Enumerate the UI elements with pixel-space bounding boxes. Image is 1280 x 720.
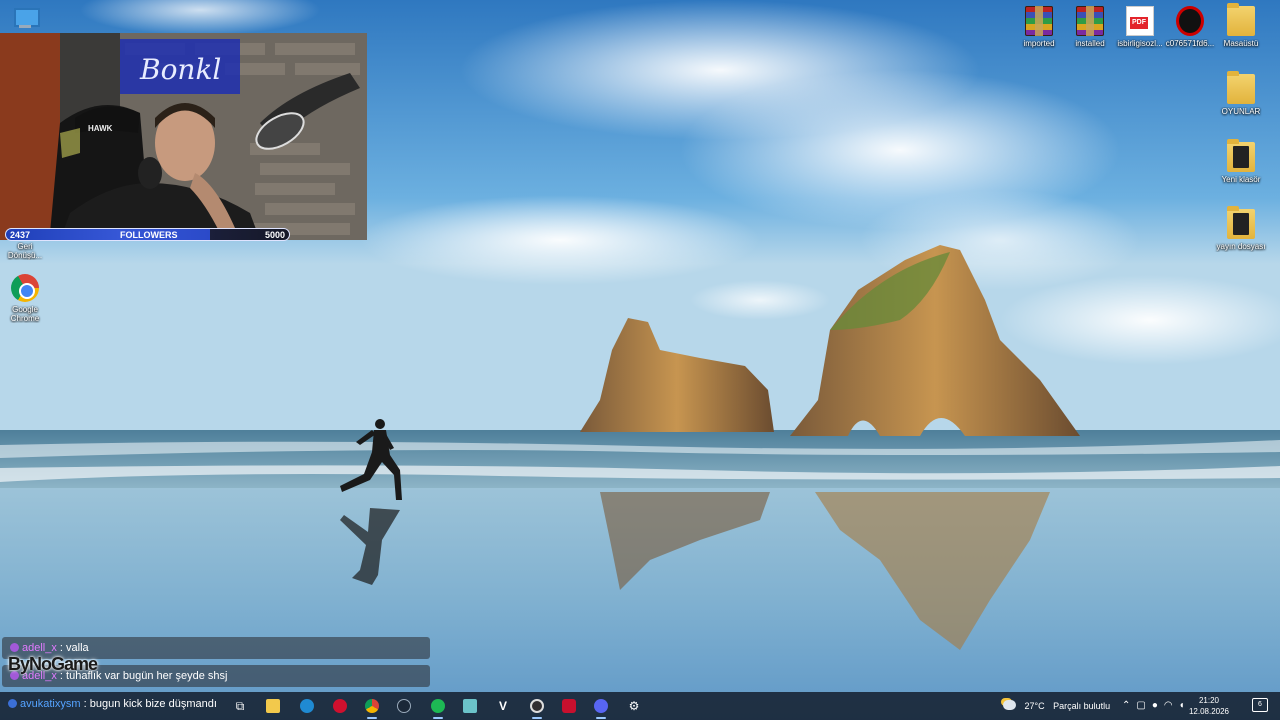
spotify-icon[interactable] — [427, 696, 449, 719]
winrar-icon[interactable] — [558, 696, 580, 716]
desktop-icon-logo-file[interactable]: c076571fd6... — [1162, 6, 1218, 49]
notification-icon[interactable]: 6 — [1252, 698, 1268, 712]
settings-icon[interactable]: ⚙ — [623, 696, 645, 716]
mic-icon[interactable]: ● — [1152, 700, 1164, 711]
chevron-up-icon[interactable]: ⌃ — [1122, 700, 1136, 711]
neon-sign-text: Bonkl — [139, 53, 221, 86]
followers-label: FOLLOWERS — [120, 230, 178, 240]
system-clock[interactable]: 21:20 12.08.2026 — [1186, 695, 1232, 717]
wifi-icon[interactable]: ◠ — [1164, 700, 1179, 711]
folder-icon — [1227, 206, 1255, 239]
network-icon[interactable]: ▢ — [1136, 700, 1151, 711]
task-view-icon[interactable]: ⧉ — [229, 696, 251, 716]
desktop-icon-oyunlar[interactable]: OYUNLAR — [1213, 71, 1269, 117]
chrome-icon — [11, 274, 39, 302]
file-explorer-icon[interactable] — [262, 696, 284, 716]
followers-goal: 5000 — [264, 230, 285, 240]
chat-message: avukatixysm : bugun kick bize düşmandı — [2, 693, 227, 715]
chat-username: avukatixysm — [20, 698, 81, 710]
chrome-icon[interactable] — [361, 696, 383, 719]
obs-icon[interactable] — [526, 696, 548, 719]
webcam-overlay: Bonkl HAWK — [0, 33, 367, 240]
desktop-icon-installed[interactable]: installed — [1062, 6, 1118, 49]
followers-current: 2437 — [10, 230, 31, 240]
opera-icon[interactable] — [329, 696, 351, 716]
chat-badge-icon — [10, 643, 19, 652]
folder-icon — [1227, 139, 1255, 172]
computer-icon — [11, 4, 40, 34]
edge-icon[interactable] — [296, 696, 318, 716]
clock-time: 21:20 — [1198, 696, 1220, 705]
folder-icon — [1227, 3, 1255, 36]
steam-icon[interactable] — [393, 696, 415, 716]
desktop-icon-chrome[interactable]: Google Chrome — [0, 274, 53, 323]
taskbar: avukatixysm : bugun kick bize düşmandı ⧉… — [0, 692, 1280, 720]
winrar-archive-icon — [1025, 6, 1053, 36]
chat-text: bugun kick bize düşmandı — [89, 698, 217, 710]
channel-logo: ByNoGame — [5, 654, 98, 674]
winrar-archive-icon — [1076, 6, 1104, 36]
weather-desc: Parçalı bulutlu — [1053, 701, 1111, 711]
notification-count: 6 — [1258, 701, 1262, 708]
round-logo-icon — [1176, 6, 1204, 36]
desktop-icon-yeni-klasor[interactable]: Yeni klasör — [1213, 139, 1269, 185]
followers-goal-bar: 2437 FOLLOWERS 5000 — [5, 228, 290, 241]
cap-logo-text: HAWK — [88, 124, 113, 133]
chat-username: adell_x — [22, 642, 57, 654]
valorant-icon[interactable]: V — [492, 696, 514, 716]
notes-icon[interactable] — [459, 696, 481, 716]
weather-widget[interactable]: 27°C Parçalı bulutlu — [1003, 692, 1110, 720]
desktop-icon-masaustu[interactable]: Masaüstü — [1213, 3, 1269, 49]
desktop-icon-pdf[interactable]: isbirligisozl... — [1112, 6, 1168, 49]
weather-icon — [1003, 700, 1016, 710]
pdf-file-icon — [1126, 6, 1154, 36]
tray-icons: ⌃▢●◠◖ — [1122, 692, 1191, 720]
chat-text: valla — [66, 642, 89, 654]
clock-date: 12.08.2026 — [1188, 707, 1230, 716]
discord-icon[interactable] — [590, 696, 612, 719]
folder-icon — [1227, 71, 1255, 104]
desktop-icon-yayin-dosyasi[interactable]: yayın dosyası — [1213, 206, 1269, 252]
desktop-icon-imported[interactable]: imported — [1011, 6, 1067, 49]
weather-temp: 27°C — [1024, 701, 1045, 711]
chat-badge-icon — [8, 699, 17, 708]
